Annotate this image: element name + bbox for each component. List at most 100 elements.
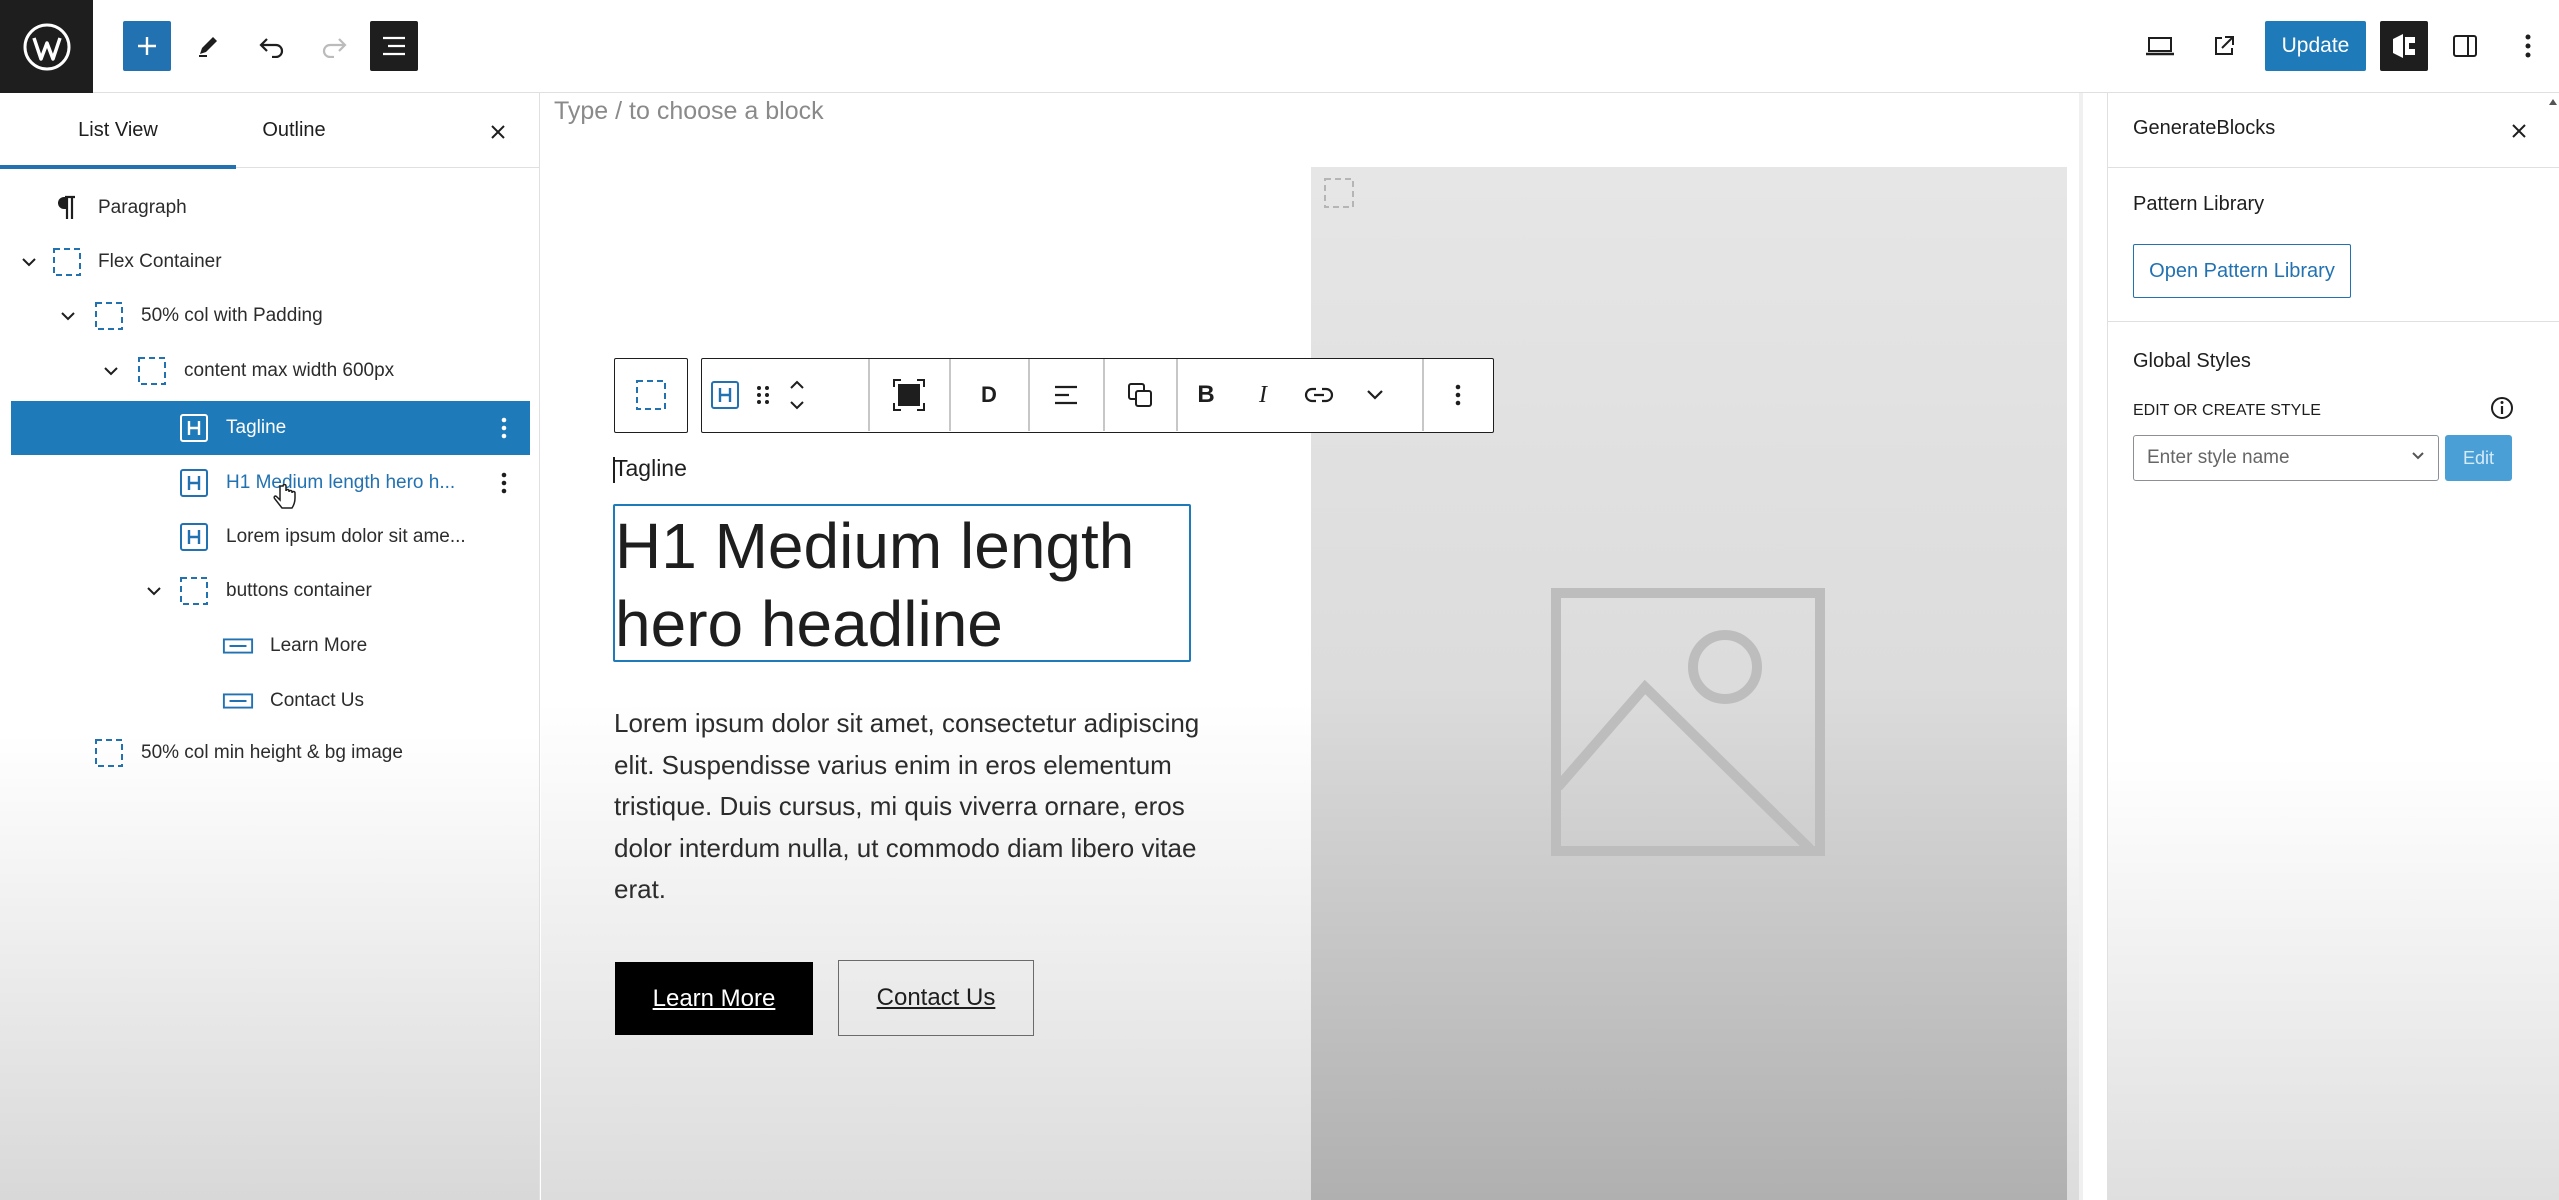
view-post-button[interactable]	[2200, 21, 2248, 71]
generateblocks-button[interactable]	[2380, 21, 2428, 71]
list-item-buttons-container[interactable]: buttons container	[0, 564, 540, 618]
chevron-down-icon[interactable]	[144, 581, 164, 601]
list-item-tagline[interactable]: Tagline	[11, 401, 530, 455]
list-item-label: Paragraph	[98, 197, 187, 218]
kebab-icon	[501, 472, 507, 494]
learn-more-button[interactable]: Learn More	[615, 962, 813, 1035]
plus-icon	[138, 37, 156, 55]
tagline-text[interactable]: Tagline	[613, 455, 687, 483]
list-view-toggle[interactable]	[370, 21, 418, 71]
kebab-icon	[1455, 384, 1461, 406]
undo-icon	[259, 38, 284, 58]
select-block-icon	[893, 379, 925, 411]
list-item-50-col-padding[interactable]: 50% col with Padding	[0, 289, 540, 343]
add-block-button[interactable]	[123, 21, 171, 71]
list-item-paragraph[interactable]: Paragraph	[0, 181, 540, 235]
redo-icon	[322, 38, 347, 58]
copy-styles-button[interactable]	[1104, 359, 1176, 431]
global-styles-heading: Global Styles	[2133, 350, 2251, 372]
editor-canvas: Type / to choose a block D B I Tagline H…	[541, 93, 2083, 1200]
block-type-button[interactable]	[702, 359, 748, 431]
container-icon	[51, 246, 83, 278]
button-icon	[222, 685, 254, 717]
image-placeholder-icon	[1551, 588, 1825, 856]
close-icon	[2512, 124, 2526, 138]
list-item-h1-headline[interactable]: H1 Medium length hero h...	[0, 456, 540, 510]
block-toolbar: D B I	[614, 358, 1544, 433]
list-item-learn-more[interactable]: Learn More	[0, 619, 540, 673]
bold-button[interactable]: B	[1177, 359, 1235, 431]
chevron-down-icon[interactable]	[19, 252, 39, 272]
list-item-lorem[interactable]: Lorem ipsum dolor sit ame...	[0, 510, 540, 564]
block-appender[interactable]: Type / to choose a block	[554, 97, 824, 126]
list-item-50-col-bg-image[interactable]: 50% col min height & bg image	[0, 726, 540, 780]
block-options-button[interactable]	[1423, 359, 1493, 431]
align-button[interactable]	[1029, 359, 1103, 431]
select-parent-button[interactable]	[615, 359, 687, 431]
canvas-scrollbar[interactable]	[2079, 93, 2083, 1200]
contact-us-button[interactable]: Contact Us	[838, 960, 1034, 1036]
section-divider	[2108, 321, 2559, 322]
link-button[interactable]	[1291, 359, 1347, 431]
list-item-contact-us[interactable]: Contact Us	[0, 674, 540, 728]
block-controls-group: D B I	[701, 358, 1494, 433]
block-options-button[interactable]	[492, 408, 516, 448]
desktop-preview-icon	[2146, 37, 2174, 56]
sidebar-header: GenerateBlocks	[2108, 93, 2559, 168]
drag-handle[interactable]	[748, 359, 778, 431]
chevron-down-icon[interactable]	[101, 361, 121, 381]
list-item-label: Tagline	[226, 417, 287, 438]
preview-button[interactable]	[2136, 21, 2184, 71]
undo-button[interactable]	[248, 21, 296, 71]
update-button[interactable]: Update	[2265, 21, 2366, 71]
chevron-down-icon[interactable]	[58, 306, 78, 326]
close-sidebar-button[interactable]	[2502, 114, 2536, 148]
kebab-icon	[2525, 34, 2531, 58]
wordpress-logo-button[interactable]	[0, 0, 93, 93]
options-menu-button[interactable]	[2504, 21, 2552, 71]
edit-style-button[interactable]: Edit	[2445, 435, 2512, 481]
close-list-view-button[interactable]	[481, 115, 515, 149]
hand-cursor-icon	[273, 484, 296, 509]
list-item-label: Lorem ipsum dolor sit ame...	[226, 526, 466, 547]
container-icon	[93, 300, 125, 332]
list-view-panel: List View Outline Paragraph Flex Contain…	[0, 93, 540, 1200]
editor-header: Update	[0, 0, 2559, 93]
settings-sidebar-toggle[interactable]	[2441, 21, 2489, 71]
close-icon	[491, 125, 505, 139]
open-pattern-library-button[interactable]: Open Pattern Library	[2133, 244, 2351, 298]
hero-headline[interactable]: H1 Medium length hero headline	[613, 507, 1191, 663]
style-name-select[interactable]: Enter style name	[2133, 435, 2439, 481]
chevron-down-icon	[1367, 390, 1383, 400]
move-arrows-icon	[790, 380, 804, 410]
list-view-icon	[383, 36, 405, 56]
tab-outline[interactable]: Outline	[236, 93, 352, 168]
external-link-icon	[2215, 36, 2234, 55]
block-options-button[interactable]	[492, 463, 516, 503]
list-item-label: content max width 600px	[184, 360, 395, 381]
hero-body-text[interactable]: Lorem ipsum dolor sit amet, consectetur …	[614, 703, 1204, 911]
more-formats-button[interactable]	[1347, 359, 1403, 431]
list-item-label: Contact Us	[270, 690, 364, 711]
list-item-flex-container[interactable]: Flex Container	[0, 235, 540, 289]
dynamic-content-button[interactable]: D	[950, 359, 1028, 431]
tools-button[interactable]	[184, 21, 232, 71]
italic-button[interactable]: I	[1235, 359, 1291, 431]
drag-handle-icon	[757, 386, 769, 404]
redo-button[interactable]	[310, 21, 358, 71]
block-variant-button[interactable]	[869, 359, 949, 431]
sidebar-scrollbar[interactable]	[2546, 93, 2559, 1200]
pencil-icon	[199, 37, 217, 57]
list-item-label: Flex Container	[98, 251, 222, 272]
list-item-label: buttons container	[226, 580, 372, 601]
image-column[interactable]	[1311, 167, 2067, 1200]
list-item-content-max-width[interactable]: content max width 600px	[0, 344, 540, 398]
kebab-icon	[501, 417, 507, 439]
move-up-down-buttons[interactable]	[778, 359, 816, 431]
scroll-up-arrow-icon	[2549, 99, 2557, 105]
container-icon	[178, 575, 210, 607]
container-icon	[636, 380, 666, 410]
info-icon[interactable]	[2489, 395, 2515, 421]
tab-list-view[interactable]: List View	[0, 93, 236, 169]
sidebar-title: GenerateBlocks	[2133, 117, 2276, 139]
